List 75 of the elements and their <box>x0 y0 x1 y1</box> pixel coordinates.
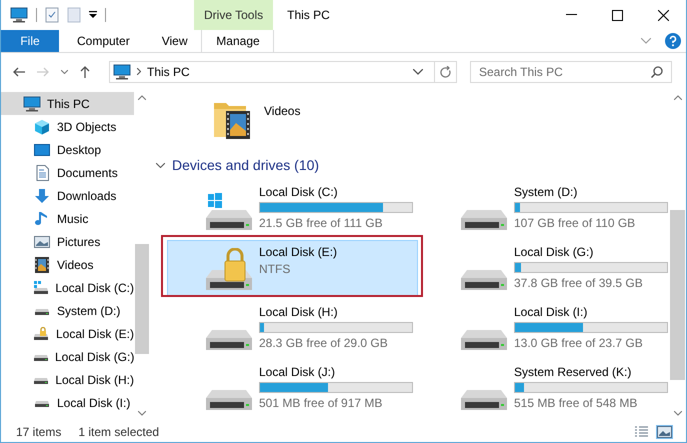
close-icon[interactable] <box>658 10 668 20</box>
download-arrow-icon <box>34 188 50 204</box>
windows-drive-icon <box>206 193 252 230</box>
dropdown-icon[interactable] <box>89 11 97 19</box>
address-field[interactable]: This PC <box>109 60 457 82</box>
drive-tile[interactable]: Local Disk (J:) 501 MB free of 917 MB <box>167 360 418 416</box>
scrollbar-thumb[interactable] <box>134 244 148 354</box>
nav-item[interactable]: Local Disk (I:) <box>1 391 134 414</box>
nav-item[interactable]: Local Disk (C:) <box>1 276 134 299</box>
drive-icon <box>460 270 506 290</box>
refresh-icon[interactable] <box>440 66 451 78</box>
film-icon <box>35 256 49 272</box>
help-icon[interactable] <box>665 33 681 49</box>
picture-icon <box>34 234 50 248</box>
context-tab-group: Drive Tools <box>194 0 274 30</box>
cube-icon <box>34 118 50 134</box>
back-arrow-icon[interactable] <box>13 66 25 76</box>
drive-tile[interactable]: Local Disk (C:) 21.5 GB free of 111 GB <box>167 180 418 236</box>
details-view-icon[interactable] <box>634 426 649 438</box>
drive-tile[interactable]: Local Disk (G:) 37.8 GB free of 39.5 GB <box>422 240 669 296</box>
ribbon-tab[interactable]: Manage <box>201 30 274 52</box>
folder-item[interactable]: Videos <box>212 90 312 146</box>
nav-item[interactable]: Documents <box>1 161 134 184</box>
chevron-right-icon <box>137 68 141 75</box>
scroll-up-icon[interactable] <box>138 94 146 100</box>
nav-item[interactable]: Local Disk (E:) <box>1 322 134 345</box>
computer-icon <box>10 7 28 23</box>
locked-drive-icon <box>206 248 252 290</box>
computer-icon <box>113 64 131 80</box>
search-field[interactable]: Search This PC <box>470 60 672 82</box>
drive-icon <box>33 280 50 294</box>
drive-icon <box>460 210 506 230</box>
group-header[interactable]: Devices and drives (10) <box>172 157 320 173</box>
drive-icon <box>206 330 252 350</box>
ribbon-tab[interactable]: View <box>144 30 202 52</box>
locked-drive-icon <box>33 326 50 340</box>
nav-item[interactable]: Videos <box>1 253 134 276</box>
drive-icon <box>460 330 506 350</box>
drive-icon <box>206 390 252 410</box>
item-count: 17 items <box>16 424 62 438</box>
music-note-icon <box>35 210 49 226</box>
scroll-down-icon[interactable] <box>138 410 146 416</box>
minimize-icon[interactable] <box>566 14 576 16</box>
drive-tile[interactable]: Local Disk (H:) 28.3 GB free of 29.0 GB <box>167 300 418 356</box>
computer-icon <box>23 96 41 112</box>
up-arrow-icon[interactable] <box>80 66 90 78</box>
nav-item[interactable]: This PC <box>1 92 134 115</box>
ribbon-tab[interactable]: File <box>1 30 59 52</box>
drive-tile[interactable]: System Reserved (K:) 515 MB free of 548 MB <box>422 360 669 416</box>
nav-item[interactable]: 3D Objects <box>1 115 134 138</box>
nav-item[interactable]: Desktop <box>1 138 134 161</box>
scroll-down-icon[interactable] <box>674 410 682 416</box>
drive-tile[interactable]: Local Disk (E:) NTFS <box>167 240 418 296</box>
search-icon <box>651 66 663 78</box>
chevron-down-icon[interactable] <box>61 70 68 74</box>
nav-item[interactable]: Local Disk (H:) <box>1 368 134 391</box>
scrollbar-thumb[interactable] <box>670 210 685 380</box>
nav-item[interactable]: Music <box>1 207 134 230</box>
nav-item[interactable]: Downloads <box>1 184 134 207</box>
properties-icon[interactable] <box>45 7 59 23</box>
ribbon-tab[interactable]: Computer <box>59 30 144 52</box>
desktop-icon <box>34 142 50 156</box>
large-icons-view-icon[interactable] <box>657 426 672 438</box>
nav-item[interactable]: Pictures <box>1 230 134 253</box>
drive-icon <box>460 390 506 410</box>
nav-item[interactable]: Local Disk (G:) <box>1 345 134 368</box>
window-title: This PC <box>287 8 330 22</box>
document-icon <box>36 164 48 180</box>
drive-tile[interactable]: Local Disk (I:) 13.0 GB free of 23.7 GB <box>422 300 669 356</box>
selection-status: 1 item selected <box>78 424 160 438</box>
drive-tile[interactable]: System (D:) 107 GB free of 110 GB <box>422 180 669 236</box>
maximize-icon[interactable] <box>612 10 622 20</box>
nav-item[interactable]: System (D:) <box>1 299 134 322</box>
collapse-chevron-icon[interactable] <box>156 162 165 168</box>
scroll-up-icon[interactable] <box>674 94 682 100</box>
